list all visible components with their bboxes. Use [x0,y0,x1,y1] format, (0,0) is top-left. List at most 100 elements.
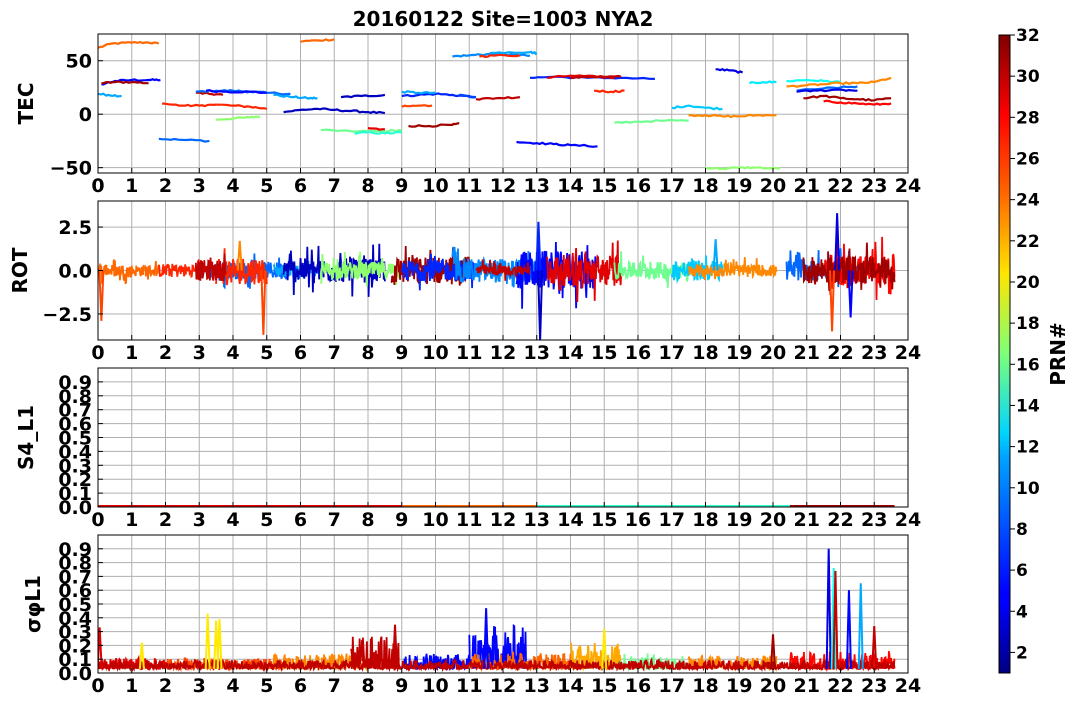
x-tick-label: 18 [692,342,718,364]
colorbar-tick-label: 16 [1016,355,1040,375]
x-tick-label: 6 [294,675,307,697]
y-tick-label: 0.0 [58,261,92,283]
x-tick-label: 17 [659,675,685,697]
spike-prn-26 [260,270,267,335]
colorbar-label: PRN# [1046,322,1070,386]
colorbar-gradient [998,34,1011,674]
x-tick-label: 8 [361,509,374,531]
x-tick-label: 9 [395,675,408,697]
colorbar-tick-label: 32 [1016,26,1040,46]
x-tick-label: 22 [827,342,853,364]
x-tick-label: 14 [557,509,583,531]
panel-3: 0 1 2 3 4 5 6 7 8 9 10 11 12 13 14 15 16 17 18 19 20 21 22 23 24… [21,534,921,697]
x-tick-label: 4 [226,342,239,364]
series-group [98,213,896,340]
tec-arc-prn-4 [796,88,858,93]
tec-arc-prn-27 [162,102,217,108]
panels: 0 1 2 3 4 5 6 7 8 9 10 11 12 13 14 15 16 17 18 19 20 21 22 23 24… [8,33,921,697]
tec-arc-prn-12 [748,80,777,85]
colorbar-tick-label: 2 [1016,643,1028,663]
spike-prn-10 [857,583,864,669]
x-tick-label: 5 [260,509,273,531]
x-tick-label: 21 [794,509,820,531]
y-tick-label: 0.9 [58,372,92,394]
panel-2: 0 1 2 3 4 5 6 7 8 9 10 11 12 13 14 15 16 17 18 19 20 21 22 23 24… [14,367,921,531]
y-axis-label: ROT [8,247,32,293]
x-tick-label: 10 [422,509,448,531]
x-tick-label: 6 [294,509,307,531]
tec-arc-prn-27 [594,89,625,94]
series-group [98,548,896,673]
panel-0: 0 1 2 3 4 5 6 7 8 9 10 11 12 13 14 15 16 17 18 19 20 21 22 23 24… [14,33,921,197]
x-tick-label: 13 [524,175,550,197]
x-tick-label: 14 [557,675,583,697]
tec-arc-prn-10 [273,93,318,100]
x-tick-label: 1 [125,342,138,364]
x-tick-label: 0 [91,509,104,531]
x-tick-label: 10 [422,342,448,364]
x-tick-label: 17 [659,509,685,531]
series-prn-25 [98,259,160,285]
colorbar-tick-label: 10 [1016,479,1040,499]
colorbar-tick-label: 18 [1016,314,1040,334]
tec-arc-prn-31 [408,121,460,128]
x-tick-label: 9 [395,342,408,364]
x-tick-label: 1 [125,175,138,197]
x-tick-label: 16 [625,175,651,197]
colorbar-tick-label: 26 [1016,149,1040,169]
x-tick-label: 13 [524,675,550,697]
x-tick-label: 2 [159,509,172,531]
x-tick-label: 14 [557,342,583,364]
tec-arc-prn-25 [98,40,160,49]
tec-arc-prn-30 [475,96,521,101]
x-tick-label: 3 [193,509,206,531]
x-tick-label: 2 [159,675,172,697]
tec-arc-prn-30 [195,91,224,96]
x-tick-label: 22 [827,509,853,531]
tec-arc-prn-11 [671,104,723,111]
x-tick-label: 5 [260,175,273,197]
tec-arc-prn-31 [803,94,892,102]
x-tick-label: 23 [861,509,887,531]
tec-arc-prn-24 [786,76,892,88]
colorbar: 2468101214161820222426283032 PRN# [998,26,1070,674]
y-tick-label: −2.5 [42,304,92,326]
x-tick-label: 1 [125,675,138,697]
x-tick-label: 11 [456,175,482,197]
colorbar-tick-label: 14 [1016,396,1040,416]
x-tick-label: 15 [591,342,617,364]
x-tick-label: 2 [159,175,172,197]
tec-arc-prn-17 [216,115,261,121]
x-tick-label: 17 [659,342,685,364]
x-tick-label: 16 [625,342,651,364]
tec-arc-prn-10 [98,92,122,98]
x-tick-label: 18 [692,675,718,697]
x-tick-label: 7 [328,175,341,197]
x-tick-label: 14 [557,175,583,197]
x-tick-label: 18 [692,175,718,197]
x-tick-label: 21 [794,175,820,197]
x-tick-label: 11 [456,675,482,697]
x-tick-label: 17 [659,175,685,197]
x-tick-label: 19 [726,509,752,531]
x-tick-label: 3 [193,675,206,697]
colorbar-tick-label: 30 [1016,67,1040,87]
x-tick-label: 24 [895,509,921,531]
tec-arc-prn-10 [401,90,436,95]
tec-arc-prn-26 [401,104,433,108]
x-tick-label: 12 [490,675,516,697]
x-tick-label: 10 [422,675,448,697]
tec-arc-prn-25 [300,38,335,43]
y-axis-label: σφL1 [21,575,45,633]
tec-arc-prn-28 [823,99,892,106]
x-tick-label: 20 [760,675,786,697]
x-tick-label: 12 [490,175,516,197]
spike-prn-4 [825,548,832,669]
x-tick-label: 18 [692,509,718,531]
x-tick-label: 6 [294,342,307,364]
x-tick-label: 8 [361,342,374,364]
x-tick-label: 21 [794,675,820,697]
x-tick-label: 23 [861,175,887,197]
x-tick-label: 4 [226,175,239,197]
x-tick-label: 19 [726,342,752,364]
